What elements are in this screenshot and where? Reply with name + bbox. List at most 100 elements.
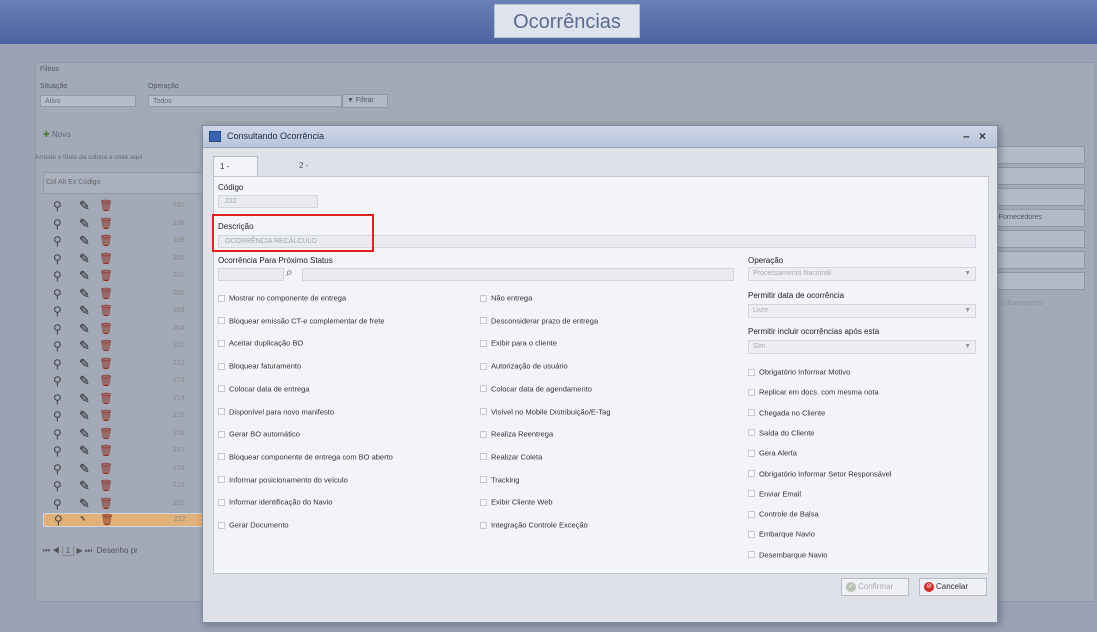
- table-row[interactable]: ⚲ ✎ 🗑 221: [43, 496, 207, 512]
- table-row[interactable]: ⚲ ✎ 🗑 202: [43, 286, 207, 302]
- checkbox-col3-5[interactable]: Obrigatório Informar Setor Responsável: [748, 469, 892, 478]
- checkbox-col2-0[interactable]: Não entrega: [480, 293, 532, 303]
- checkbox-box[interactable]: [480, 521, 487, 529]
- checkbox-col1-2[interactable]: Aceitar duplicação BO: [218, 338, 303, 348]
- permite-data-select[interactable]: Livre ▼: [748, 304, 976, 318]
- table-row[interactable]: ⚲ ✎ 🗑 212: [43, 356, 207, 372]
- checkbox-col3-0[interactable]: Obrigatório Informar Motivo: [748, 367, 850, 377]
- edit-icon[interactable]: ✎: [79, 478, 90, 494]
- delete-icon[interactable]: 🗑: [99, 391, 113, 407]
- checkbox-box[interactable]: [480, 385, 487, 393]
- checkbox-box[interactable]: [748, 490, 755, 498]
- checkbox-box[interactable]: [218, 362, 225, 370]
- view-icon[interactable]: ⚲: [53, 303, 62, 319]
- checkbox-col1-9[interactable]: Informar identificação do Navio: [218, 497, 332, 507]
- background-action-button[interactable]: s: [985, 188, 1085, 206]
- view-icon[interactable]: ⚲: [53, 356, 62, 372]
- table-row[interactable]: ⚲ ✎ 🗑 200: [43, 251, 207, 267]
- background-action-button[interactable]: ..o: [985, 167, 1085, 185]
- view-icon[interactable]: ⚲: [54, 514, 63, 526]
- edit-icon[interactable]: ✎: [79, 338, 90, 354]
- table-row[interactable]: ⚲ ✎ 🗑 214: [43, 391, 207, 407]
- checkbox-col2-2[interactable]: Exibir para o cliente: [480, 338, 557, 348]
- checkbox-box[interactable]: [218, 521, 225, 529]
- checkbox-col3-3[interactable]: Saída do Cliente: [748, 428, 814, 437]
- delete-icon[interactable]: 🗑: [99, 338, 113, 354]
- checkbox-col3-8[interactable]: Embarque Navio: [748, 529, 815, 539]
- edit-icon[interactable]: ✎: [79, 268, 90, 284]
- minimize-icon[interactable]: –: [963, 129, 970, 143]
- delete-icon[interactable]: 🗑: [99, 461, 113, 477]
- delete-icon[interactable]: 🗑: [99, 303, 113, 319]
- checkbox-col2-6[interactable]: Realiza Reentrega: [480, 429, 553, 439]
- edit-icon[interactable]: ✎: [79, 408, 90, 424]
- checkbox-box[interactable]: [748, 510, 755, 518]
- checkbox-box[interactable]: [218, 498, 225, 506]
- checkbox-col2-1[interactable]: Desconsiderar prazo de entrega: [480, 316, 598, 325]
- edit-icon[interactable]: ✎: [79, 426, 90, 442]
- table-row[interactable]: ⚲ ✎ 🗑 216: [43, 426, 207, 442]
- table-row[interactable]: ⚲ ✎ 🗑 219: [43, 478, 207, 494]
- view-icon[interactable]: ⚲: [53, 198, 62, 214]
- delete-icon[interactable]: 🗑: [99, 408, 113, 424]
- checkbox-box[interactable]: [748, 449, 755, 457]
- table-row[interactable]: ⚲ ✎ 🗑 211: [43, 338, 207, 354]
- view-icon[interactable]: ⚲: [53, 268, 62, 284]
- checkbox-col2-5[interactable]: Visível no Mobile Distribuição/E-Tag: [480, 407, 611, 416]
- background-action-button[interactable]: do Fornecedores: [985, 209, 1085, 227]
- checkbox-box[interactable]: [480, 498, 487, 506]
- edit-icon[interactable]: ✎: [79, 356, 90, 372]
- checkbox-box[interactable]: [218, 408, 225, 416]
- checkbox-col2-9[interactable]: Exibir Cliente Web: [480, 497, 553, 507]
- view-icon[interactable]: ⚲: [53, 321, 62, 337]
- proximo-status-code-field[interactable]: [218, 268, 284, 281]
- delete-icon[interactable]: 🗑: [99, 216, 113, 232]
- confirm-button[interactable]: ✓ Confirmar: [841, 578, 909, 596]
- edit-icon[interactable]: ✎: [79, 443, 90, 459]
- checkbox-box[interactable]: [218, 430, 225, 438]
- checkbox-col1-6[interactable]: Gerar BO automático: [218, 429, 300, 439]
- cancel-button[interactable]: ⊘ Cancelar: [919, 578, 987, 596]
- checkbox-col2-8[interactable]: Tracking: [480, 475, 519, 484]
- checkbox-col2-7[interactable]: Realizar Coleta: [480, 452, 542, 461]
- view-icon[interactable]: ⚲: [53, 443, 62, 459]
- delete-icon[interactable]: 🗑: [99, 373, 113, 389]
- table-row[interactable]: ⚲ ✎ 🗑 215: [43, 408, 207, 424]
- background-action-button[interactable]: [985, 272, 1085, 290]
- checkbox-col3-7[interactable]: Controle de Balsa: [748, 509, 819, 519]
- checkbox-box[interactable]: [480, 317, 487, 325]
- edit-icon[interactable]: ✎: [79, 303, 90, 319]
- checkbox-col1-8[interactable]: Informar posicionamento do veículo: [218, 475, 348, 484]
- codigo-field[interactable]: 222: [218, 195, 318, 208]
- view-icon[interactable]: ⚲: [53, 251, 62, 267]
- checkbox-box[interactable]: [218, 294, 225, 302]
- view-icon[interactable]: ⚲: [53, 338, 62, 354]
- checkbox-col2-10[interactable]: Integração Controle Exceção: [480, 520, 588, 530]
- table-row[interactable]: ⚲ ✎ 🗑 198: [43, 216, 207, 232]
- edit-icon[interactable]: ✎: [79, 391, 90, 407]
- edit-icon[interactable]: ✎: [79, 496, 90, 512]
- checkbox-col1-7[interactable]: Bloquear componente de entrega com BO ab…: [218, 452, 393, 461]
- edit-icon[interactable]: ✎: [79, 373, 90, 389]
- checkbox-box[interactable]: [748, 470, 755, 478]
- delete-icon[interactable]: 🗑: [99, 356, 113, 372]
- tab-principal[interactable]: 1 - Principal: [213, 156, 258, 190]
- new-button[interactable]: ✚ Novo: [43, 130, 71, 139]
- checkbox-col3-9[interactable]: Desembarque Navio: [748, 550, 827, 559]
- view-icon[interactable]: ⚲: [53, 408, 62, 424]
- checkbox-box[interactable]: [218, 476, 225, 484]
- filter-button[interactable]: ▼ Filtrar: [342, 94, 388, 108]
- delete-icon[interactable]: 🗑: [99, 198, 113, 214]
- checkbox-box[interactable]: [480, 294, 487, 302]
- grid-pager[interactable]: ⏮ ◀ 1 ▶ ⏭ Desenho pr: [43, 546, 207, 560]
- view-icon[interactable]: ⚲: [53, 391, 62, 407]
- checkbox-col1-1[interactable]: Bloquear emissão CT-e complementar de fr…: [218, 316, 385, 325]
- background-action-button[interactable]: sal: [985, 251, 1085, 269]
- checkbox-col1-4[interactable]: Colocar data de entrega: [218, 384, 309, 393]
- checkbox-box[interactable]: [748, 368, 755, 376]
- view-icon[interactable]: ⚲: [53, 216, 62, 232]
- delete-icon[interactable]: 🗑: [100, 514, 114, 526]
- view-icon[interactable]: ⚲: [53, 286, 62, 302]
- checkbox-col3-6[interactable]: Enviar Email: [748, 489, 801, 498]
- edit-icon[interactable]: ✎: [79, 216, 90, 232]
